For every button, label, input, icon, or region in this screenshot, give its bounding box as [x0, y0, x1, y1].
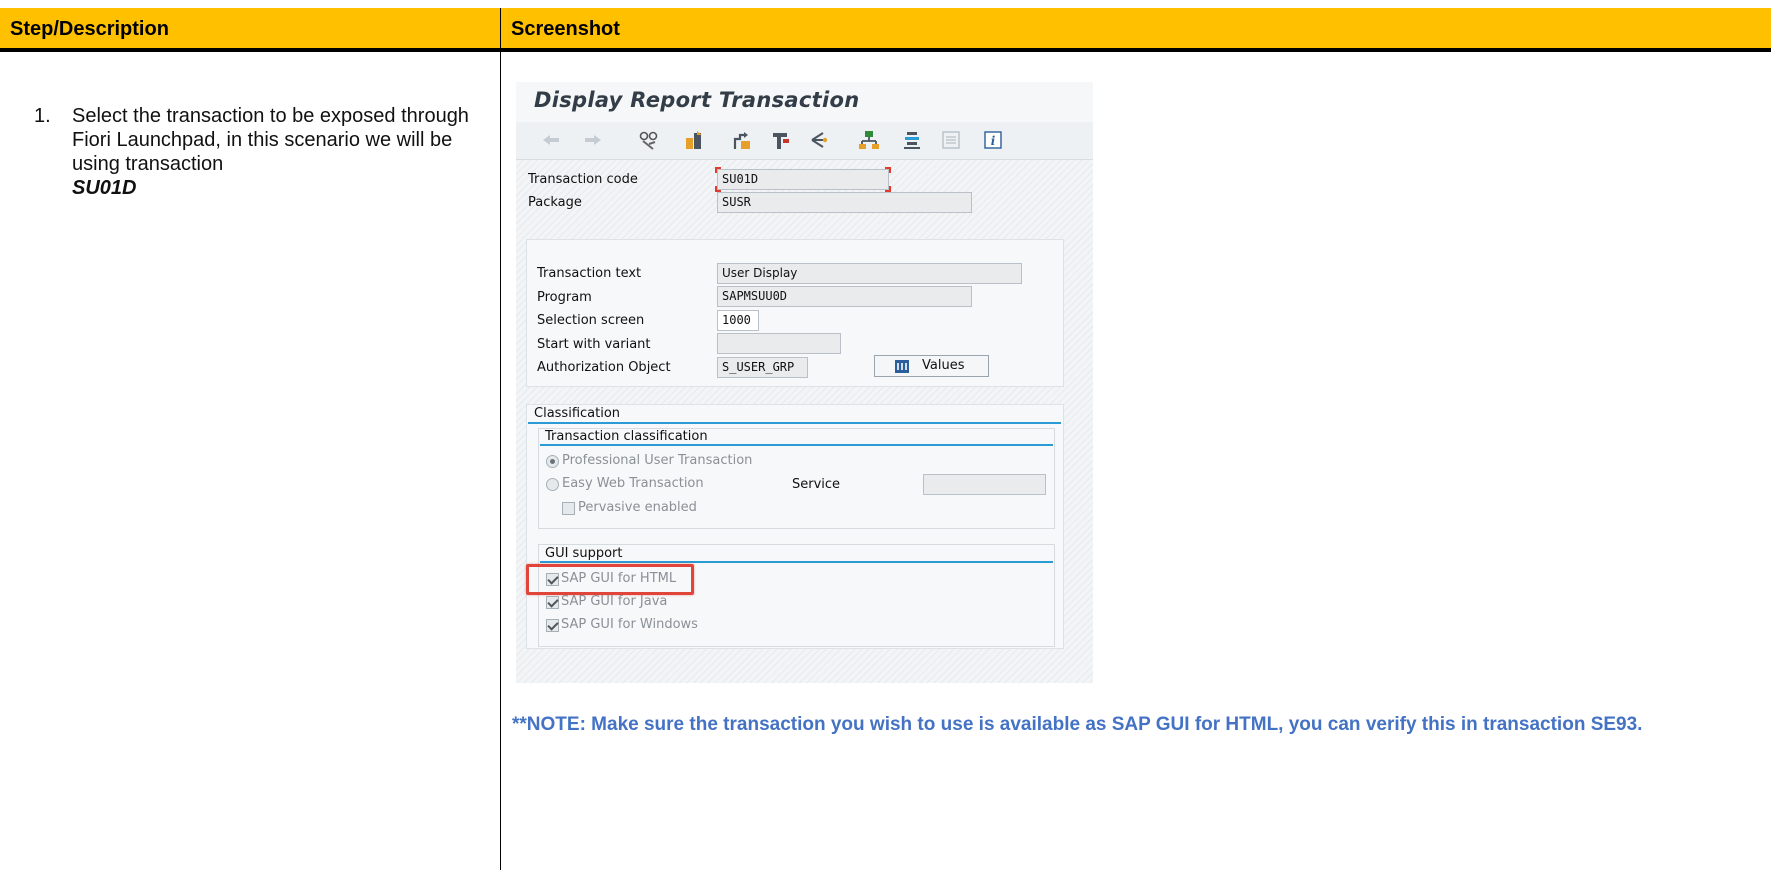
authorization-object-label: Authorization Object: [537, 360, 671, 375]
step-text-block: Select the transaction to be exposed thr…: [72, 104, 482, 200]
transaction-classification-divider: [540, 444, 1053, 446]
gui-windows-checkbox[interactable]: [546, 619, 559, 632]
values-button[interactable]: Values: [874, 355, 989, 377]
easyweb-radio[interactable]: [546, 478, 559, 491]
package-label: Package: [528, 195, 582, 210]
table-header-row: Step/Description Screenshot: [0, 8, 1771, 52]
pervasive-checkbox[interactable]: [562, 502, 575, 515]
activate-icon[interactable]: [770, 129, 792, 151]
gui-java-checkbox[interactable]: [546, 596, 559, 609]
hierarchy-icon[interactable]: [940, 129, 962, 151]
where-used-icon[interactable]: [808, 129, 830, 151]
package-field[interactable]: SUSR: [717, 192, 972, 213]
professional-label: Professional User Transaction: [562, 453, 753, 468]
sap-title-bar: Display Report Transaction: [516, 82, 1093, 122]
service-label: Service: [792, 477, 841, 492]
header-screenshot: Screenshot: [511, 18, 620, 40]
transaction-text-field[interactable]: User Display: [717, 263, 1022, 284]
gui-java-label: SAP GUI for Java: [561, 594, 668, 609]
program-field[interactable]: SAPMSUU0D: [717, 286, 972, 307]
transaction-text-label: Transaction text: [537, 266, 642, 281]
highlight-box: [526, 564, 694, 595]
sap-application-toolbar: i: [516, 122, 1093, 160]
professional-radio[interactable]: [546, 455, 559, 468]
other-object-icon[interactable]: [683, 129, 705, 151]
svg-text:i: i: [991, 134, 996, 148]
header-step-description: Step/Description: [10, 18, 169, 40]
sap-screen-title: Display Report Transaction: [534, 88, 860, 112]
selection-screen-label: Selection screen: [537, 313, 645, 328]
start-variant-label: Start with variant: [537, 337, 651, 352]
tcode-label: Transaction code: [528, 172, 638, 187]
gui-windows-label: SAP GUI for Windows: [561, 617, 698, 632]
service-field[interactable]: [923, 474, 1046, 495]
values-button-label: Values: [922, 358, 965, 373]
program-label: Program: [537, 290, 592, 305]
info-icon[interactable]: i: [982, 129, 1004, 151]
display-change-icon[interactable]: [638, 129, 660, 151]
tcode-field[interactable]: SU01D: [717, 169, 889, 190]
check-icon[interactable]: [732, 129, 754, 151]
back-arrow-icon[interactable]: [540, 129, 562, 151]
start-variant-field[interactable]: [717, 333, 841, 354]
step-text: Select the transaction to be exposed thr…: [72, 105, 469, 175]
pervasive-label: Pervasive enabled: [578, 500, 697, 515]
display-navigation-icon[interactable]: [901, 129, 923, 151]
note-text: **NOTE: Make sure the transaction you wi…: [512, 714, 1643, 735]
sap-screenshot: Display Report Transaction i Transaction…: [516, 82, 1093, 683]
step-transaction-code: SU01D: [72, 177, 137, 199]
step-number: 1.: [34, 105, 51, 127]
column-divider: [500, 8, 501, 870]
forward-arrow-icon[interactable]: [582, 129, 604, 151]
authorization-object-field[interactable]: S_USER_GRP: [717, 357, 808, 378]
values-icon: [895, 360, 909, 373]
gui-support-title: GUI support: [545, 546, 623, 561]
easyweb-label: Easy Web Transaction: [562, 476, 704, 491]
selection-screen-field[interactable]: 1000: [717, 310, 759, 331]
transaction-classification-title: Transaction classification: [545, 429, 708, 444]
classification-divider: [528, 422, 1061, 424]
gui-support-divider: [540, 561, 1053, 563]
classification-title: Classification: [534, 406, 621, 421]
object-list-icon[interactable]: [858, 129, 880, 151]
